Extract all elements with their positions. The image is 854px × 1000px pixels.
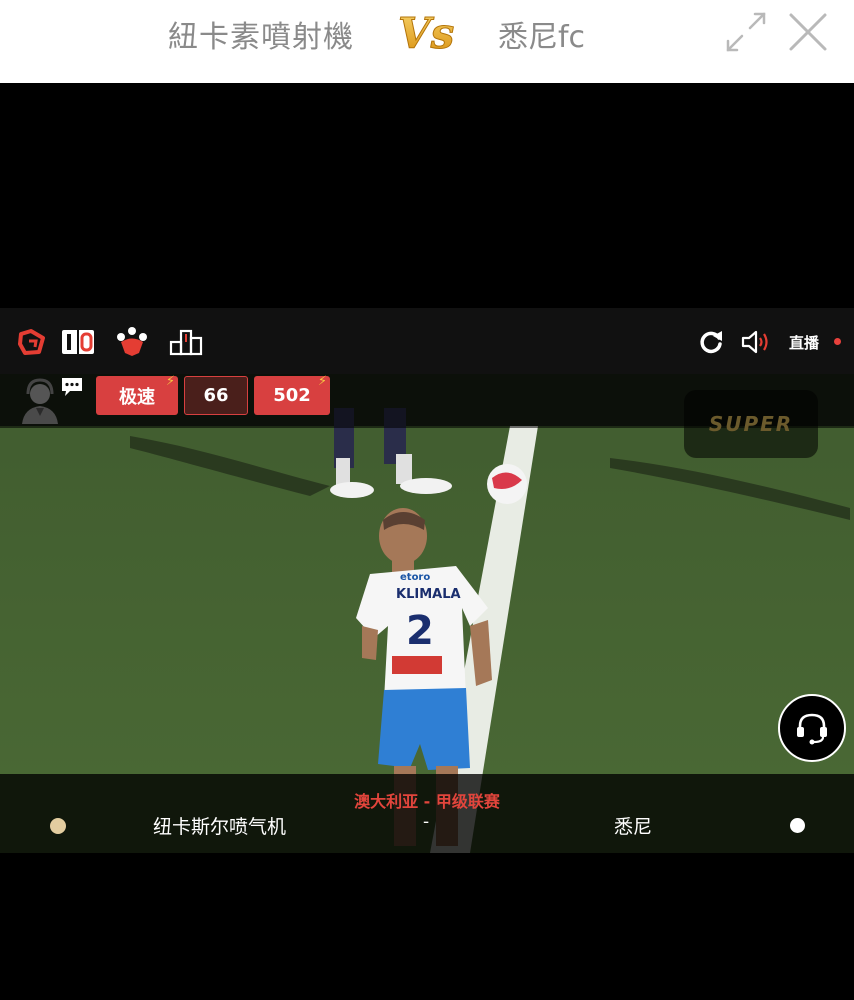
viewers-button[interactable]: 502 ⚡ (254, 374, 330, 415)
channel-logo-text: SUPER (709, 412, 793, 436)
player-topbar: 直播 (0, 308, 854, 374)
team-b-name: 悉尼fc (498, 20, 586, 55)
count-badge[interactable]: 66 (184, 376, 248, 415)
vs-badge: Vs (398, 9, 455, 59)
volume-icon[interactable] (740, 328, 772, 356)
expand-icon[interactable] (724, 10, 768, 54)
match-info-bar: 澳大利亚 - 甲级联赛 纽卡斯尔喷气机 - 悉尼 (0, 774, 854, 853)
commentator-avatar-icon[interactable] (20, 378, 64, 426)
close-icon[interactable] (786, 10, 830, 54)
home-team-name: 纽卡斯尔喷气机 (153, 816, 287, 838)
vs-text: Vs (398, 9, 454, 58)
channel-logo: SUPER (709, 412, 793, 436)
lightning-icon: ⚡ (317, 374, 327, 389)
lightning-icon: ⚡ (165, 374, 175, 389)
match-score: - (423, 812, 430, 832)
jersey-name: KLIMALA (396, 587, 461, 602)
league-name: 澳大利亚 - 甲级联赛 (354, 792, 500, 811)
scoreboard-icon[interactable] (61, 328, 95, 356)
match-header: 紐卡素噴射機 Vs 悉尼fc (0, 0, 854, 83)
speed-label: 极速 (119, 386, 155, 408)
count-value: 66 (203, 385, 229, 406)
podium-icon[interactable] (169, 328, 203, 356)
home-team-color-dot (50, 818, 66, 834)
away-team-color-dot (790, 818, 805, 833)
viewers-value: 502 (273, 385, 311, 406)
headset-icon (797, 713, 827, 745)
jersey-number: 2 (406, 608, 434, 654)
refresh-icon[interactable] (697, 328, 725, 356)
brand-logo-icon[interactable] (17, 328, 45, 356)
channel-watermark: SUPER (684, 390, 818, 458)
away-team-name: 悉尼 (614, 816, 653, 838)
customer-support-button[interactable] (778, 694, 846, 762)
lineup-icon[interactable] (115, 325, 149, 357)
team-a-name: 紐卡素噴射機 (168, 20, 354, 55)
live-label[interactable]: 直播 (789, 332, 819, 353)
video-player[interactable]: etoro KLIMALA 2 直播 极速 ⚡ 66 502 ⚡ SUPER 澳… (0, 308, 854, 853)
live-indicator-dot (834, 338, 841, 345)
speed-mode-button[interactable]: 极速 ⚡ (96, 374, 178, 415)
jersey-sponsor: etoro (400, 572, 430, 583)
chat-bubble-icon[interactable] (60, 376, 84, 398)
